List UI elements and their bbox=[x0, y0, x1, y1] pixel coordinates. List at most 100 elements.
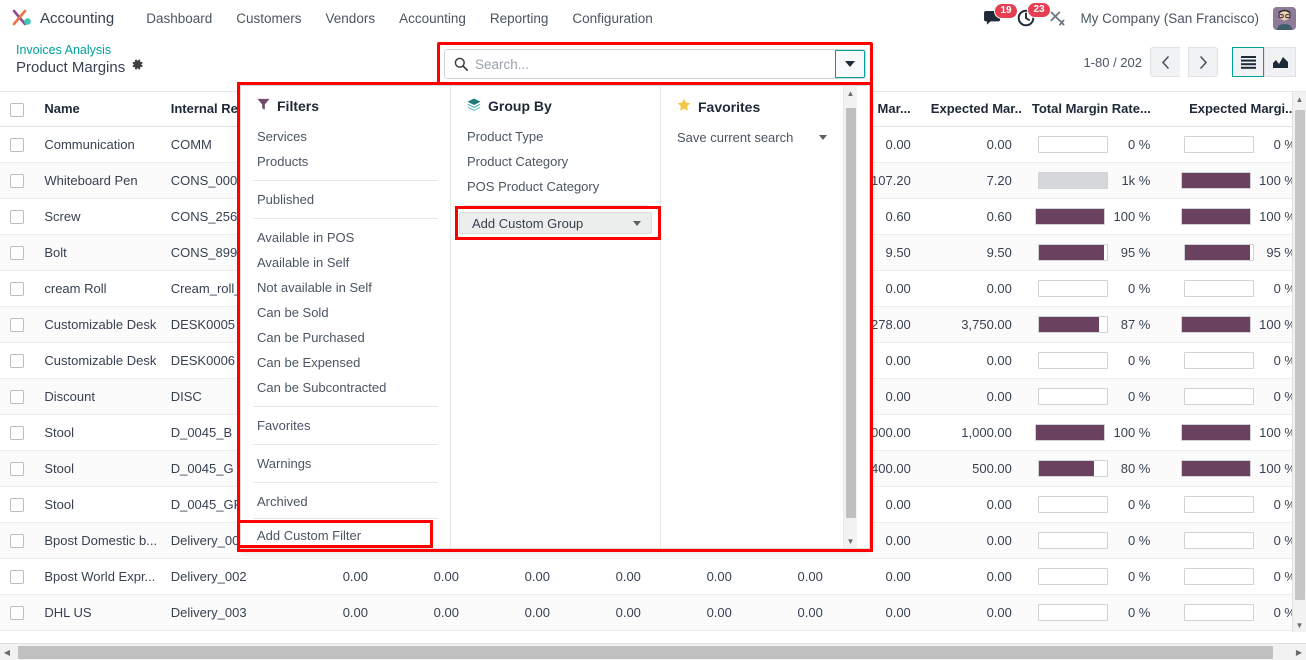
pager: 1-80 / 202 bbox=[1083, 47, 1296, 77]
wrench-screwdriver-icon[interactable] bbox=[1049, 10, 1066, 27]
progress-bar-fill bbox=[1182, 208, 1251, 224]
table-row[interactable]: DHL US Delivery_003 0.00 0.00 0.00 0.00 0.00 0.… bbox=[0, 594, 1306, 631]
row-checkbox[interactable] bbox=[10, 497, 25, 512]
table-horizontal-scrollbar[interactable]: ◀ ▶ bbox=[0, 643, 1306, 660]
row-checkbox[interactable] bbox=[10, 209, 25, 224]
filter-can-be-purchased[interactable]: Can be Purchased bbox=[241, 325, 450, 350]
pager-next-button[interactable] bbox=[1188, 47, 1218, 77]
group-by-title-text: Group By bbox=[488, 98, 552, 114]
nav-vendors[interactable]: Vendors bbox=[314, 5, 388, 32]
row-expected-margin-rate: 0 % bbox=[1160, 126, 1306, 163]
row-name: Customizable Desk bbox=[34, 306, 161, 343]
row-name: Bpost Domestic b... bbox=[34, 522, 161, 559]
filter-available-in-pos[interactable]: Available in POS bbox=[241, 225, 450, 250]
filter-can-be-sold[interactable]: Can be Sold bbox=[241, 300, 450, 325]
row-checkbox[interactable] bbox=[10, 173, 25, 188]
divider bbox=[463, 205, 648, 206]
row-checkbox[interactable] bbox=[10, 389, 25, 404]
horizontal-scroll-track[interactable] bbox=[14, 645, 1292, 659]
row-checkbox[interactable] bbox=[10, 317, 25, 332]
group-by-product-category[interactable]: Product Category bbox=[451, 149, 660, 174]
progress-bar bbox=[1038, 495, 1109, 513]
nav-accounting[interactable]: Accounting bbox=[387, 5, 478, 32]
row-expected-margin-rate: 95 % bbox=[1160, 234, 1306, 271]
col-header-expected-margin[interactable]: Expected Mar... bbox=[920, 92, 1022, 127]
nav-dashboard[interactable]: Dashboard bbox=[134, 5, 224, 32]
row-checkbox[interactable] bbox=[10, 137, 25, 152]
scroll-down-icon[interactable]: ▼ bbox=[1293, 618, 1306, 632]
filter-can-be-subcontracted[interactable]: Can be Subcontracted bbox=[241, 375, 450, 400]
table-row[interactable]: Bpost World Expr... Delivery_002 0.00 0.00 0… bbox=[0, 558, 1306, 595]
graph-view-icon[interactable] bbox=[1264, 47, 1296, 77]
group-by-pos-product-category[interactable]: POS Product Category bbox=[451, 174, 660, 199]
group-by-product-type[interactable]: Product Type bbox=[451, 124, 660, 149]
row-checkbox[interactable] bbox=[10, 425, 25, 440]
row-checkbox[interactable] bbox=[10, 281, 25, 296]
row-checkbox[interactable] bbox=[10, 605, 25, 620]
search-input[interactable] bbox=[475, 50, 835, 78]
progress-bar bbox=[1038, 171, 1109, 189]
row-expected-margin: 0.00 bbox=[920, 270, 1022, 307]
list-view-icon[interactable] bbox=[1232, 47, 1264, 77]
filter-published[interactable]: Published bbox=[241, 187, 450, 212]
row-checkbox[interactable] bbox=[10, 461, 25, 476]
dropdown-scroll-thumb[interactable] bbox=[846, 108, 856, 518]
row-checkbox[interactable] bbox=[10, 533, 25, 548]
gear-icon[interactable] bbox=[131, 58, 144, 77]
table-vertical-scrollbar[interactable]: ▲ ▼ bbox=[1292, 92, 1306, 632]
horizontal-scroll-thumb[interactable] bbox=[18, 645, 1273, 659]
save-current-search-button[interactable]: Save current search bbox=[661, 125, 857, 150]
scroll-up-icon[interactable]: ▲ bbox=[1293, 92, 1306, 106]
add-custom-group-button[interactable]: Add Custom Group bbox=[459, 212, 652, 234]
breadcrumb-parent[interactable]: Invoices Analysis bbox=[16, 42, 144, 58]
select-all-checkbox[interactable] bbox=[10, 102, 25, 117]
nav-customers[interactable]: Customers bbox=[224, 5, 313, 32]
filter-warnings[interactable]: Warnings bbox=[241, 451, 450, 476]
filter-services[interactable]: Services bbox=[241, 124, 450, 149]
filter-archived[interactable]: Archived bbox=[241, 489, 450, 514]
scroll-left-icon[interactable]: ◀ bbox=[0, 648, 14, 657]
row-total-margin-rate: 100 % bbox=[1021, 198, 1161, 235]
progress-bar bbox=[1038, 387, 1109, 405]
scroll-right-icon[interactable]: ▶ bbox=[1292, 648, 1306, 657]
activities-button[interactable]: 23 bbox=[1017, 2, 1051, 27]
search-bar[interactable] bbox=[444, 49, 866, 79]
row-internal-ref: Delivery_003 bbox=[160, 594, 288, 631]
filter-products[interactable]: Products bbox=[241, 149, 450, 174]
row-c8: 0.00 bbox=[741, 558, 833, 595]
messages-button[interactable]: 19 bbox=[984, 2, 1018, 27]
col-header-name[interactable]: Name bbox=[34, 92, 161, 127]
add-custom-filter-button[interactable]: Add Custom Filter bbox=[241, 523, 451, 548]
row-total-margin-rate: 0 % bbox=[1021, 558, 1161, 595]
progress-bar-group: 1k % bbox=[1032, 171, 1150, 189]
dropdown-scroll-down-icon[interactable]: ▼ bbox=[844, 534, 857, 548]
progress-bar-fill bbox=[1182, 460, 1251, 476]
nav-reporting[interactable]: Reporting bbox=[478, 5, 561, 32]
filter-can-be-expensed[interactable]: Can be Expensed bbox=[241, 350, 450, 375]
brand[interactable]: Accounting bbox=[0, 8, 114, 28]
search-toggle-button[interactable] bbox=[835, 50, 865, 78]
col-header-expected-margin-rate[interactable]: Expected Margi... bbox=[1160, 92, 1306, 127]
nav-configuration[interactable]: Configuration bbox=[560, 5, 664, 32]
filter-available-in-self[interactable]: Available in Self bbox=[241, 250, 450, 275]
filter-favorites[interactable]: Favorites bbox=[241, 413, 450, 438]
row-checkbox[interactable] bbox=[10, 569, 25, 584]
row-total-margin-rate: 87 % bbox=[1021, 306, 1161, 343]
vertical-scroll-thumb[interactable] bbox=[1295, 110, 1305, 600]
filter-not-available-in-self[interactable]: Not available in Self bbox=[241, 275, 450, 300]
progress-bar-value: 0 % bbox=[1127, 604, 1151, 620]
company-selector[interactable]: My Company (San Francisco) bbox=[1080, 11, 1259, 26]
progress-bar bbox=[1181, 207, 1252, 225]
row-checkbox-cell bbox=[0, 234, 35, 271]
col-header-total-margin-rate[interactable]: Total Margin Rate... bbox=[1021, 92, 1161, 127]
row-expected-margin-rate: 0 % bbox=[1160, 486, 1306, 523]
dropdown-vertical-scrollbar[interactable]: ▲ ▼ bbox=[843, 86, 857, 548]
row-internal-ref: Delivery_002 bbox=[160, 558, 288, 595]
row-checkbox[interactable] bbox=[10, 353, 25, 368]
avatar[interactable] bbox=[1273, 6, 1296, 30]
dropdown-scroll-up-icon[interactable]: ▲ bbox=[844, 86, 857, 100]
pager-previous-button[interactable] bbox=[1150, 47, 1180, 77]
row-checkbox[interactable] bbox=[10, 245, 25, 260]
progress-bar bbox=[1181, 171, 1252, 189]
progress-bar bbox=[1184, 531, 1254, 549]
